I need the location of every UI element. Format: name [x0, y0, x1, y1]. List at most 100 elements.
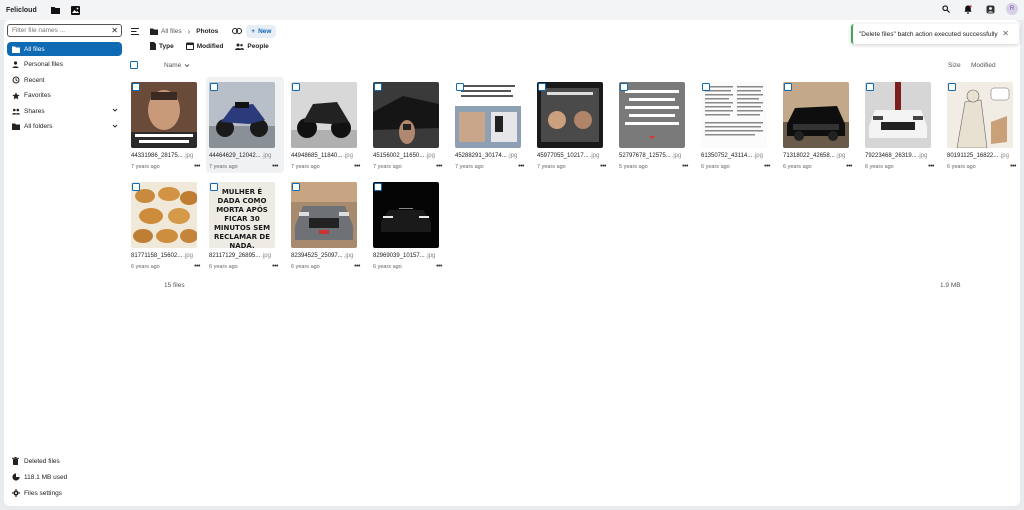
more-actions-icon[interactable]: •••: [518, 163, 524, 170]
gear-icon: [11, 489, 20, 498]
file-name-base: 45156002_11650...: [373, 153, 425, 159]
toast-message: "Delete files" batch action executed suc…: [859, 30, 998, 38]
file-checkbox[interactable]: [374, 83, 382, 91]
select-all-checkbox[interactable]: [130, 61, 138, 69]
file-name: 45288291_30174... .jpg: [455, 153, 529, 159]
sidebar-item-label: Deleted files: [24, 457, 60, 465]
file-tile[interactable]: 61350752_43114... .jpg 6 years ago •••: [698, 77, 776, 173]
more-actions-icon[interactable]: •••: [354, 263, 360, 270]
user-avatar[interactable]: R: [1006, 3, 1018, 15]
more-actions-icon[interactable]: •••: [1010, 163, 1016, 170]
filter-modified[interactable]: Modified: [185, 42, 223, 50]
sidebar-item-recent[interactable]: Recent: [7, 73, 122, 87]
file-tile[interactable]: 52797678_12575... .jpg 5 years ago •••: [616, 77, 694, 173]
sidebar-item-label: Recent: [24, 76, 45, 84]
file-tile[interactable]: 44464629_12042... .jpg 7 years ago •••: [206, 77, 284, 173]
file-extension: .jpg: [835, 153, 846, 159]
file-tile[interactable]: 79223468_26319... .jpg 6 years ago •••: [862, 77, 940, 173]
more-actions-icon[interactable]: •••: [194, 163, 200, 170]
file-extension: .jpg: [343, 153, 353, 159]
file-tile[interactable]: 82969039_10157... .jpg 6 years ago •••: [370, 177, 448, 273]
new-button[interactable]: + New: [246, 24, 277, 38]
file-tile[interactable]: 82394525_25097... .jpg 6 years ago •••: [288, 177, 366, 273]
file-tile[interactable]: 45977055_10217... .jpg 7 years ago •••: [534, 77, 612, 173]
files-app-icon[interactable]: [48, 3, 62, 17]
file-checkbox[interactable]: [948, 83, 956, 91]
more-actions-icon[interactable]: •••: [272, 263, 278, 270]
file-checkbox[interactable]: [210, 83, 218, 91]
more-actions-icon[interactable]: •••: [846, 163, 852, 170]
folder-icon: [11, 45, 20, 54]
file-checkbox[interactable]: [538, 83, 546, 91]
more-actions-icon[interactable]: •••: [928, 163, 934, 170]
storage-icon: [11, 473, 20, 482]
file-extension: .jpg: [671, 153, 682, 159]
column-name[interactable]: Name: [164, 62, 190, 69]
column-modified[interactable]: Modified: [971, 62, 996, 69]
breadcrumb-current[interactable]: Photos: [196, 28, 218, 35]
more-actions-icon[interactable]: •••: [272, 163, 278, 170]
file-checkbox[interactable]: [702, 83, 710, 91]
file-tile[interactable]: 80191125_16822... .jpg 6 years ago •••: [944, 77, 1022, 173]
sidebar-item-shares[interactable]: Shares: [7, 104, 122, 118]
chevron-down-icon[interactable]: [112, 123, 118, 131]
file-checkbox[interactable]: [866, 83, 874, 91]
more-actions-icon[interactable]: •••: [764, 163, 770, 170]
file-tile[interactable]: 45156002_11650... .jpg 7 years ago •••: [370, 77, 448, 173]
breadcrumb-root[interactable]: All files: [150, 28, 182, 35]
sidebar-item-favorites[interactable]: Favorites: [7, 89, 122, 103]
link-icon[interactable]: [232, 26, 243, 36]
toggle-navigation-icon[interactable]: [130, 26, 140, 36]
storage-quota[interactable]: 118.1 MB used: [7, 470, 122, 484]
more-actions-icon[interactable]: •••: [600, 163, 606, 170]
chevron-down-icon: [185, 64, 190, 68]
search-icon[interactable]: [940, 3, 952, 15]
file-name-base: 81771158_15602...: [131, 253, 183, 259]
file-checkbox[interactable]: [210, 183, 218, 191]
file-name: 44331986_28175... .jpg: [131, 153, 205, 159]
sidebar-item-deleted-files[interactable]: Deleted files: [7, 454, 122, 468]
more-actions-icon[interactable]: •••: [436, 263, 442, 270]
sidebar-item-all-files[interactable]: All files: [7, 42, 122, 56]
file-date: 6 years ago: [947, 164, 976, 170]
contacts-icon[interactable]: [984, 3, 996, 15]
file-checkbox[interactable]: [292, 183, 300, 191]
file-tile[interactable]: 71318022_42658... .jpg 6 years ago •••: [780, 77, 858, 173]
more-actions-icon[interactable]: •••: [354, 163, 360, 170]
file-tile[interactable]: 44331986_28175... .jpg 7 years ago •••: [128, 77, 206, 173]
sidebar-item-all-folders[interactable]: All folders: [7, 120, 122, 134]
file-thumbnail: [373, 82, 439, 148]
file-icon: [150, 42, 156, 50]
clear-icon[interactable]: ✕: [111, 26, 118, 35]
file-tile[interactable]: MULHER É DADA COMO MORTA APÓS FICAR 30 M…: [206, 177, 284, 273]
sidebar-item-personal-files[interactable]: Personal files: [7, 58, 122, 72]
file-thumbnail: [865, 82, 931, 148]
file-checkbox[interactable]: [784, 83, 792, 91]
filter-file-names-input[interactable]: [8, 25, 108, 36]
file-tile[interactable]: 44948685_11840... .jpg 7 years ago •••: [288, 77, 366, 173]
more-actions-icon[interactable]: •••: [436, 163, 442, 170]
file-count: 15 files: [164, 282, 185, 289]
close-icon[interactable]: ✕: [1002, 29, 1009, 38]
file-checkbox[interactable]: [374, 183, 382, 191]
sidebar-item-files-settings[interactable]: Files settings: [7, 486, 122, 500]
file-tile[interactable]: 81771158_15602... .jpg 6 years ago •••: [128, 177, 206, 273]
file-checkbox[interactable]: [620, 83, 628, 91]
filter-type[interactable]: Type: [150, 42, 174, 50]
file-checkbox[interactable]: [456, 83, 464, 91]
sidebar-item-label: All files: [24, 45, 45, 53]
brand-logo[interactable]: Felicloud: [6, 7, 42, 14]
file-thumbnail: [291, 82, 357, 148]
filter-people[interactable]: People: [235, 42, 269, 50]
file-checkbox[interactable]: [132, 183, 140, 191]
file-checkbox[interactable]: [132, 83, 140, 91]
file-name: 44948685_11840... .jpg: [291, 153, 365, 159]
chevron-down-icon[interactable]: [112, 107, 118, 115]
file-checkbox[interactable]: [292, 83, 300, 91]
notifications-icon[interactable]: [962, 3, 974, 15]
photos-app-icon[interactable]: [68, 3, 82, 17]
more-actions-icon[interactable]: •••: [194, 263, 200, 270]
column-size[interactable]: Size: [948, 62, 961, 69]
more-actions-icon[interactable]: •••: [682, 163, 688, 170]
file-tile[interactable]: 45288291_30174... .jpg 7 years ago •••: [452, 77, 530, 173]
